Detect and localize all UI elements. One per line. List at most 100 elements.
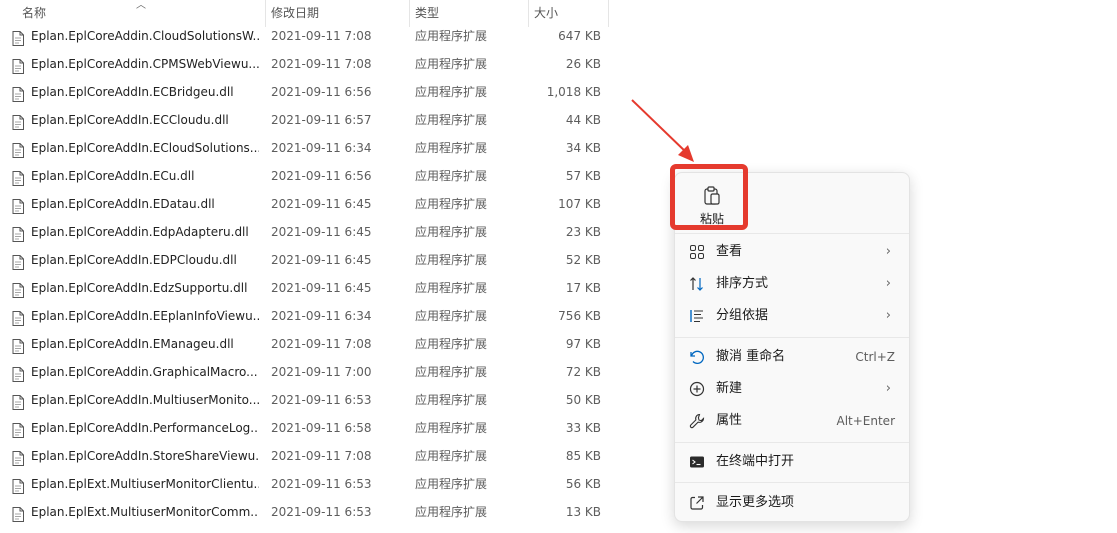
menu-item-undo-rename[interactable]: 撤消 重命名 Ctrl+Z bbox=[679, 342, 905, 372]
file-size: 1,018 KB bbox=[546, 85, 601, 99]
file-type: 应用程序扩展 bbox=[415, 449, 488, 463]
file-icon bbox=[12, 392, 24, 410]
file-name: Eplan.EplCoreAddin.EdpAdapteru.dll bbox=[31, 225, 249, 239]
file-icon bbox=[12, 504, 24, 522]
file-icon bbox=[12, 56, 24, 74]
file-name: Eplan.EplCoreAddIn.ECCloudu.dll bbox=[31, 113, 229, 127]
menu-item-open-terminal[interactable]: 在终端中打开 bbox=[679, 447, 905, 477]
file-icon bbox=[12, 420, 24, 438]
group-list-icon bbox=[689, 308, 705, 324]
file-name: Eplan.EplCoreAddIn.StoreShareViewu... bbox=[31, 449, 259, 463]
file-row[interactable]: Eplan.EplCoreAddin.EdpAdapteru.dll 2021-… bbox=[0, 218, 610, 246]
file-type: 应用程序扩展 bbox=[415, 29, 488, 43]
file-date: 2021-09-11 6:45 bbox=[271, 225, 372, 239]
file-size: 44 KB bbox=[565, 113, 601, 127]
menu-item-view[interactable]: 查看 › bbox=[679, 237, 905, 267]
file-row[interactable]: Eplan.EplCoreAddIn.EdzSupportu.dll 2021-… bbox=[0, 274, 610, 302]
file-date: 2021-09-11 6:56 bbox=[271, 169, 372, 183]
menu-item-show-more-options[interactable]: 显示更多选项 bbox=[679, 488, 905, 518]
file-size: 57 KB bbox=[565, 169, 601, 183]
file-size: 23 KB bbox=[565, 225, 601, 239]
file-size: 107 KB bbox=[558, 197, 601, 211]
file-name: Eplan.EplCoreAddIn.EDPCloudu.dll bbox=[31, 253, 237, 267]
file-name: Eplan.EplCoreAddin.GraphicalMacro... bbox=[31, 365, 258, 379]
file-date: 2021-09-11 6:58 bbox=[271, 421, 372, 435]
file-row[interactable]: Eplan.EplExt.MultiuserMonitorClientu... … bbox=[0, 470, 610, 498]
file-size: 13 KB bbox=[565, 505, 601, 519]
file-type: 应用程序扩展 bbox=[415, 253, 488, 267]
file-row[interactable]: Eplan.EplCoreAddIn.MultiuserMonito... 20… bbox=[0, 386, 610, 414]
file-size: 52 KB bbox=[565, 253, 601, 267]
file-row[interactable]: Eplan.EplCoreAddIn.ECBridgeu.dll 2021-09… bbox=[0, 78, 610, 106]
file-name: Eplan.EplCoreAddin.CPMSWebViewu... bbox=[31, 57, 259, 71]
menu-divider bbox=[675, 482, 909, 483]
file-icon bbox=[12, 308, 24, 326]
chevron-right-icon: › bbox=[885, 276, 891, 291]
file-type: 应用程序扩展 bbox=[415, 477, 488, 491]
file-date: 2021-09-11 6:53 bbox=[271, 477, 372, 491]
file-date: 2021-09-11 6:34 bbox=[271, 309, 372, 323]
file-type: 应用程序扩展 bbox=[415, 337, 488, 351]
file-date: 2021-09-11 6:57 bbox=[271, 113, 372, 127]
file-date: 2021-09-11 6:45 bbox=[271, 281, 372, 295]
menu-item-label: 在终端中打开 bbox=[716, 454, 795, 469]
menu-item-group[interactable]: 分组依据 › bbox=[679, 301, 905, 331]
file-row[interactable]: Eplan.EplCoreAddIn.StoreShareViewu... 20… bbox=[0, 442, 610, 470]
file-date: 2021-09-11 7:08 bbox=[271, 337, 372, 351]
file-type: 应用程序扩展 bbox=[415, 197, 488, 211]
share-external-icon bbox=[689, 495, 705, 511]
file-date: 2021-09-11 7:08 bbox=[271, 449, 372, 463]
file-icon bbox=[12, 224, 24, 242]
file-row[interactable]: Eplan.EplCoreAddIn.ECloudSolutions... 20… bbox=[0, 134, 610, 162]
file-size: 97 KB bbox=[565, 337, 601, 351]
file-size: 33 KB bbox=[565, 421, 601, 435]
file-name: Eplan.EplCoreAddIn.EManageu.dll bbox=[31, 337, 234, 351]
undo-icon bbox=[689, 349, 705, 365]
file-row[interactable]: Eplan.EplCoreAddIn.EDPCloudu.dll 2021-09… bbox=[0, 246, 610, 274]
file-icon bbox=[12, 140, 24, 158]
file-type: 应用程序扩展 bbox=[415, 365, 488, 379]
file-date: 2021-09-11 7:00 bbox=[271, 365, 372, 379]
file-row[interactable]: Eplan.EplCoreAddin.GraphicalMacro... 202… bbox=[0, 358, 610, 386]
annotation-arrow bbox=[631, 99, 694, 162]
file-name: Eplan.EplExt.MultiuserMonitorComm... bbox=[31, 505, 259, 519]
file-icon bbox=[12, 84, 24, 102]
menu-item-sort[interactable]: 排序方式 › bbox=[679, 269, 905, 299]
file-name: Eplan.EplCoreAddIn.ECloudSolutions... bbox=[31, 141, 259, 155]
file-type: 应用程序扩展 bbox=[415, 225, 488, 239]
file-name: Eplan.EplCoreAddIn.ECu.dll bbox=[31, 169, 195, 183]
menu-item-label: 查看 bbox=[716, 244, 743, 259]
file-row[interactable]: Eplan.EplCoreAddIn.EDatau.dll 2021-09-11… bbox=[0, 190, 610, 218]
file-row[interactable]: Eplan.EplCoreAddin.CloudSolutionsW... 20… bbox=[0, 22, 610, 50]
column-size-label: 大小 bbox=[534, 6, 559, 20]
file-type: 应用程序扩展 bbox=[415, 113, 488, 127]
file-row[interactable]: Eplan.EplCoreAddIn.EEplanInfoViewu... 20… bbox=[0, 302, 610, 330]
file-icon bbox=[12, 168, 24, 186]
file-date: 2021-09-11 7:08 bbox=[271, 57, 372, 71]
file-date: 2021-09-11 6:53 bbox=[271, 393, 372, 407]
file-size: 50 KB bbox=[565, 393, 601, 407]
file-row[interactable]: Eplan.EplCoreAddin.CPMSWebViewu... 2021-… bbox=[0, 50, 610, 78]
column-name-label: 名称 bbox=[22, 6, 47, 20]
file-row[interactable]: Eplan.EplCoreAddIn.PerformanceLog... 202… bbox=[0, 414, 610, 442]
menu-item-label: 分组依据 bbox=[716, 308, 769, 323]
terminal-icon bbox=[689, 454, 705, 470]
file-icon bbox=[12, 448, 24, 466]
menu-item-label: 撤消 重命名 bbox=[716, 349, 786, 364]
file-size: 72 KB bbox=[565, 365, 601, 379]
file-icon bbox=[12, 28, 24, 46]
file-row[interactable]: Eplan.EplCoreAddIn.ECu.dll 2021-09-11 6:… bbox=[0, 162, 610, 190]
file-type: 应用程序扩展 bbox=[415, 393, 488, 407]
wrench-icon bbox=[689, 413, 705, 429]
file-type: 应用程序扩展 bbox=[415, 57, 488, 71]
file-row[interactable]: Eplan.EplCoreAddIn.EManageu.dll 2021-09-… bbox=[0, 330, 610, 358]
menu-item-label: 排序方式 bbox=[716, 276, 769, 291]
file-size: 34 KB bbox=[565, 141, 601, 155]
file-size: 756 KB bbox=[558, 309, 601, 323]
menu-item-properties[interactable]: 属性 Alt+Enter bbox=[679, 406, 905, 436]
file-row[interactable]: Eplan.EplCoreAddIn.ECCloudu.dll 2021-09-… bbox=[0, 106, 610, 134]
file-size: 26 KB bbox=[565, 57, 601, 71]
file-row[interactable]: Eplan.EplExt.MultiuserMonitorComm... 202… bbox=[0, 498, 610, 526]
file-icon bbox=[12, 336, 24, 354]
menu-item-new[interactable]: 新建 › bbox=[679, 374, 905, 404]
